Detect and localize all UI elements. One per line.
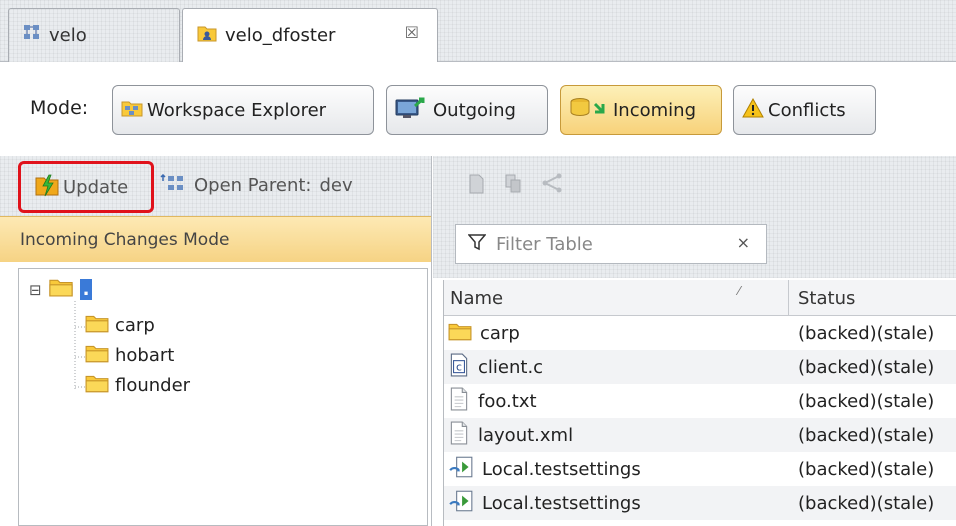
warning-icon (742, 97, 764, 123)
mode-button-label: Conflicts (768, 99, 846, 121)
left-pane: Update Open Parent: dev Incoming Changes… (0, 156, 432, 526)
update-button[interactable]: Update (18, 161, 154, 213)
text-file-icon (448, 421, 470, 450)
filter-funnel-icon (467, 233, 487, 256)
update-label: Update (63, 176, 129, 198)
mode-button-label: Workspace Explorer (147, 99, 327, 121)
testsettings-icon (448, 455, 474, 484)
table-row[interactable]: client.c (backed)(stale) (444, 350, 956, 384)
tab-velo-dfoster[interactable]: velo_dfoster ☒ (182, 8, 438, 63)
left-toolbar: Update Open Parent: dev (0, 156, 431, 216)
row-name: foo.txt (478, 390, 537, 412)
tree-root-node[interactable]: ⊟ . (29, 277, 93, 302)
workspace-explorer-icon (121, 98, 143, 123)
update-icon (35, 173, 59, 202)
table-header: Name ⁄ Status (444, 280, 956, 316)
c-file-icon (448, 353, 470, 382)
row-status: (backed)(stale) (798, 458, 935, 480)
table-row[interactable]: Local.testsettings (backed)(stale) (444, 486, 956, 520)
folder-icon (448, 321, 472, 346)
folder-icon (85, 313, 109, 338)
tab-label: velo_dfoster (225, 25, 336, 46)
close-tab-icon[interactable]: ☒ (405, 23, 419, 42)
row-name: Local.testsettings (482, 458, 641, 480)
file-action-icon[interactable] (469, 174, 485, 199)
mode-button-label: Outgoing (433, 99, 516, 121)
row-status: (backed)(stale) (798, 424, 935, 446)
tree-node-flounder[interactable]: flounder (85, 373, 190, 398)
tree-node-label: carp (115, 315, 155, 336)
table-row[interactable]: Local.testsettings (backed)(stale) (444, 452, 956, 486)
tree-node-hobart[interactable]: hobart (85, 343, 174, 368)
open-parent-label: Open Parent: (194, 175, 312, 196)
row-status: (backed)(stale) (798, 390, 935, 412)
row-name: layout.xml (478, 424, 574, 446)
changes-table: Name ⁄ Status carp (backed)(stale) clien… (443, 280, 956, 526)
mode-conflicts-button[interactable]: Conflicts (733, 85, 876, 135)
row-name: carp (480, 322, 520, 344)
incoming-changes-mode-header: Incoming Changes Mode (0, 216, 431, 262)
incoming-icon (569, 96, 609, 125)
column-header-name[interactable]: Name (450, 288, 503, 309)
collapse-toggle-icon[interactable]: ⊟ (29, 281, 42, 299)
mode-button-label: Incoming (613, 99, 696, 121)
open-parent-button[interactable]: Open Parent: dev (160, 173, 353, 197)
row-status: (backed)(stale) (798, 322, 935, 344)
mode-bar: Mode: Workspace Explorer Outgoing Incomi… (0, 62, 956, 156)
editor-tab-strip: velo velo_dfoster ☒ (0, 0, 956, 63)
tab-velo[interactable]: velo (8, 8, 180, 62)
mode-workspace-explorer-button[interactable]: Workspace Explorer (112, 85, 374, 135)
filter-area: Filter Table × (433, 214, 956, 278)
text-file-icon (448, 387, 470, 416)
filter-table-input[interactable]: Filter Table × (455, 224, 767, 264)
mode-incoming-button[interactable]: Incoming (560, 85, 722, 135)
folder-tree: ⊟ . carp hobart flounder (18, 268, 428, 526)
row-name: Local.testsettings (482, 492, 641, 514)
folder-icon (85, 373, 109, 398)
tab-label: velo (49, 25, 87, 46)
column-header-status[interactable]: Status (798, 288, 855, 309)
tree-root-label: . (79, 279, 93, 300)
table-row[interactable]: carp (backed)(stale) (444, 316, 956, 350)
row-status: (backed)(stale) (798, 492, 935, 514)
tree-node-label: flounder (115, 375, 191, 396)
right-toolbar (433, 156, 956, 214)
copy-files-icon[interactable] (505, 174, 525, 199)
table-row[interactable]: layout.xml (backed)(stale) (444, 418, 956, 452)
mode-label: Mode: (30, 97, 89, 119)
column-divider[interactable] (788, 280, 789, 316)
table-row[interactable]: foo.txt (backed)(stale) (444, 384, 956, 418)
branch-icon[interactable] (541, 172, 563, 199)
right-pane: Filter Table × Name ⁄ Status carp (backe… (433, 156, 956, 526)
tree-connector-lines (74, 301, 85, 390)
tree-node-label: hobart (115, 345, 175, 366)
workspace-user-icon (197, 24, 217, 47)
tree-node-carp[interactable]: carp (85, 313, 155, 338)
clear-filter-icon[interactable]: × (737, 233, 750, 252)
folder-open-icon (48, 277, 74, 302)
mode-outgoing-button[interactable]: Outgoing (386, 85, 548, 135)
row-name: client.c (478, 356, 544, 378)
outgoing-icon (395, 96, 429, 125)
open-parent-icon (160, 173, 186, 197)
workspace-icon (23, 24, 41, 47)
filter-placeholder: Filter Table (496, 233, 593, 255)
testsettings-icon (448, 489, 474, 518)
folder-icon (85, 343, 109, 368)
sort-indicator-icon: ⁄ (738, 284, 741, 298)
parent-name: dev (319, 175, 353, 196)
row-status: (backed)(stale) (798, 356, 935, 378)
